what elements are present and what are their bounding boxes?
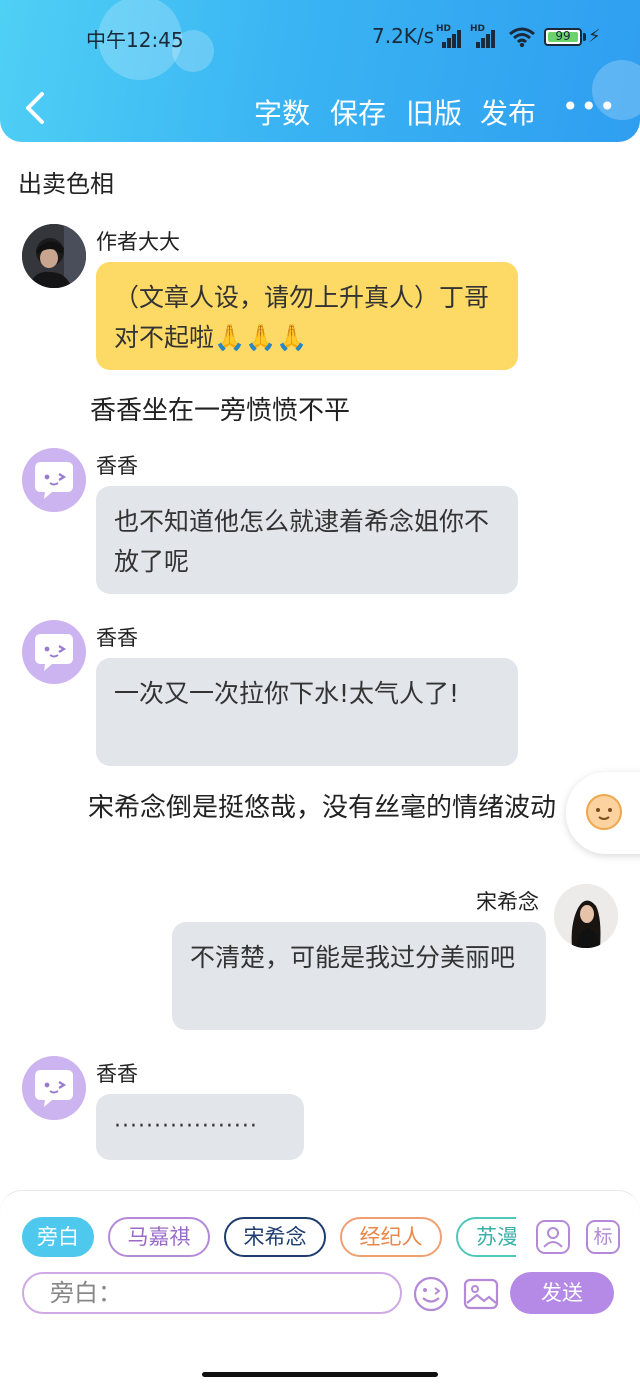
- avatar-xiangxiang[interactable]: [22, 620, 86, 684]
- chat-bubble-face-icon: [35, 462, 73, 499]
- author-photo-icon: [22, 224, 86, 288]
- narration-text[interactable]: 宋希念倒是挺悠哉，没有丝毫的情绪波动: [24, 786, 596, 830]
- message-bubble[interactable]: 一次又一次拉你下水!太气人了!: [96, 658, 518, 766]
- sender-name: 香香: [96, 626, 138, 650]
- top-header: 中午12:45 7.2K/s HD HD 99 ⚡ 字数 保存 旧版 发布 ••…: [0, 0, 640, 142]
- avatar-author[interactable]: [22, 224, 86, 288]
- character-chip-songxinian[interactable]: 宋希念: [224, 1217, 326, 1257]
- back-arrow-icon[interactable]: [22, 90, 52, 126]
- floating-assistant-widget[interactable]: [566, 772, 640, 854]
- battery-level: 99: [555, 29, 571, 43]
- tag-button[interactable]: 标: [586, 1220, 620, 1254]
- status-time: 中午12:45: [86, 28, 184, 52]
- character-chip-clip: 苏漫: [456, 1217, 516, 1257]
- status-net-speed: 7.2K/s: [372, 24, 435, 48]
- character-chip-narrator[interactable]: 旁白: [22, 1217, 94, 1257]
- narration-text[interactable]: 香香坐在一旁愤愤不平: [90, 390, 350, 427]
- chat-bubble-face-icon: [35, 1070, 73, 1107]
- signal-icon: HD: [470, 24, 498, 48]
- message-bubble[interactable]: （文章人设，请勿上升真人）丁哥对不起啦🙏🙏🙏: [96, 262, 518, 370]
- message-input[interactable]: 旁白：: [22, 1272, 402, 1314]
- character-chip-majiaqi[interactable]: 马嘉祺: [108, 1217, 210, 1257]
- assistant-icon: [586, 794, 622, 830]
- image-icon[interactable]: [462, 1275, 500, 1313]
- send-button[interactable]: 发送: [510, 1272, 614, 1314]
- signal-icon: HD: [436, 24, 464, 48]
- character-chip-suman[interactable]: 苏漫: [456, 1217, 516, 1257]
- sender-name: 香香: [96, 454, 138, 478]
- home-indicator: [202, 1372, 438, 1377]
- emoji-icon[interactable]: [412, 1275, 450, 1313]
- wifi-icon: [509, 27, 535, 48]
- message-bubble[interactable]: 不清楚，可能是我过分美丽吧: [172, 922, 546, 1030]
- charging-icon: ⚡: [588, 26, 601, 47]
- sender-name: 香香: [96, 1062, 138, 1086]
- character-manage-icon[interactable]: [536, 1220, 570, 1254]
- chat-bubble-face-icon: [35, 634, 73, 671]
- sender-name: 宋希念: [476, 890, 539, 914]
- message-bubble[interactable]: ··················: [96, 1094, 304, 1160]
- songxinian-photo-icon: [554, 884, 618, 948]
- person-icon: [543, 1227, 563, 1248]
- battery-icon: 99: [544, 28, 582, 46]
- publish-button[interactable]: 发布: [480, 92, 536, 132]
- old-version-button[interactable]: 旧版: [406, 92, 462, 132]
- message-bubble[interactable]: 也不知道他怎么就逮着希念姐你不放了呢: [96, 486, 518, 594]
- character-chip-agent[interactable]: 经纪人: [340, 1217, 442, 1257]
- more-icon[interactable]: •••: [562, 90, 618, 123]
- story-title[interactable]: 出卖色相: [18, 164, 114, 199]
- avatar-songxinian[interactable]: [554, 884, 618, 948]
- avatar-xiangxiang[interactable]: [22, 1056, 86, 1120]
- word-count-button[interactable]: 字数: [254, 92, 310, 132]
- avatar-xiangxiang[interactable]: [22, 448, 86, 512]
- battery-tip: [583, 33, 586, 41]
- save-button[interactable]: 保存: [330, 92, 386, 132]
- sender-name: 作者大大: [96, 230, 180, 254]
